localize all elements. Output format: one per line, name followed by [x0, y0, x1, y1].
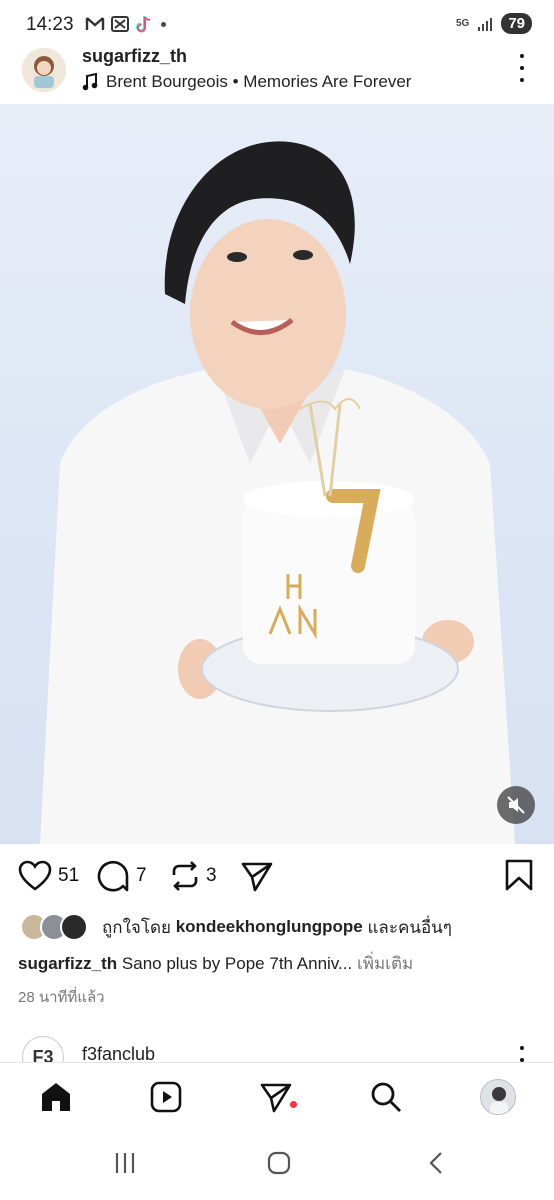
caption-username[interactable]: sugarfizz_th	[18, 954, 117, 973]
network-label: 5G	[455, 18, 470, 29]
nav-search[interactable]	[366, 1077, 406, 1117]
recent-apps-icon	[115, 1153, 135, 1173]
music-line[interactable]: Brent Bourgeois • Memories Are Forever	[82, 72, 411, 92]
back-button[interactable]	[424, 1150, 450, 1181]
share-icon	[241, 862, 273, 892]
more-notifications-dot	[161, 21, 166, 27]
repost-button[interactable]: 3	[170, 860, 217, 892]
music-label: Brent Bourgeois • Memories Are Forever	[106, 72, 412, 91]
caption: sugarfizz_th Sano plus by Pope 7th Anniv…	[18, 950, 413, 977]
liked-by-user[interactable]: kondeekhonglungpope	[176, 917, 363, 937]
nav-home[interactable]	[36, 1077, 76, 1117]
post-photo	[40, 141, 515, 844]
next-post-header: F3 f3fanclub	[0, 1030, 554, 1062]
back-icon	[429, 1152, 442, 1174]
nav-reels[interactable]	[146, 1077, 186, 1117]
repost-count: 3	[206, 865, 217, 886]
comment-count: 7	[136, 865, 147, 886]
repost-icon	[172, 861, 198, 891]
bottom-nav	[0, 1062, 554, 1130]
tiktok-icon	[136, 16, 151, 33]
search-icon	[371, 1082, 401, 1112]
signal-icon	[478, 17, 493, 31]
comment-icon	[97, 860, 129, 892]
next-post-more-button[interactable]	[512, 1046, 532, 1062]
home-system-icon	[267, 1151, 291, 1175]
like-count: 51	[58, 865, 80, 886]
nav-direct[interactable]	[256, 1077, 296, 1117]
capcut-icon	[111, 16, 129, 32]
notification-icons	[85, 15, 166, 33]
reels-icon	[150, 1081, 182, 1113]
mute-icon	[507, 796, 525, 814]
next-post-username[interactable]: f3fanclub	[82, 1044, 155, 1062]
caption-more-link[interactable]: เพิ่มเติม	[357, 954, 413, 973]
post-header: sugarfizz_th Brent Bourgeois • Memories …	[0, 40, 554, 104]
heart-icon	[18, 860, 52, 891]
avatar-image	[22, 48, 66, 92]
liked-by-row[interactable]: ถูกใจโดย kondeekhonglungpope และคนอื่นๆ	[20, 910, 452, 944]
post-time: 28 นาทีที่แล้ว	[18, 989, 105, 1006]
avatar[interactable]	[22, 48, 66, 92]
recent-apps-button[interactable]	[112, 1150, 138, 1181]
share-button[interactable]	[240, 860, 274, 892]
liked-by-prefix: ถูกใจโดย	[102, 917, 171, 937]
bookmark-icon	[505, 859, 533, 891]
home-icon	[42, 1083, 70, 1111]
mute-button[interactable]	[497, 786, 535, 824]
status-time: 14:23	[26, 14, 74, 35]
comment-button[interactable]: 7	[96, 860, 147, 892]
status-right: 5G 79	[456, 13, 532, 34]
avatar	[480, 1079, 516, 1115]
battery-indicator: 79	[501, 13, 532, 34]
post-media[interactable]	[0, 104, 554, 844]
music-note-icon	[82, 73, 98, 91]
next-avatar-text: F3	[32, 1046, 54, 1063]
home-system-button[interactable]	[266, 1150, 292, 1181]
nav-profile[interactable]	[478, 1077, 518, 1117]
system-navigation	[0, 1130, 554, 1200]
liked-by-suffix: และคนอื่นๆ	[367, 917, 452, 937]
avatar	[60, 913, 88, 941]
liked-avatars	[20, 913, 92, 941]
direct-notification-dot	[290, 1101, 297, 1108]
post-username[interactable]: sugarfizz_th	[82, 46, 187, 67]
bookmark-button[interactable]	[504, 858, 534, 897]
caption-text: Sano plus by Pope 7th Anniv...	[121, 954, 353, 973]
direct-icon	[260, 1083, 292, 1113]
action-row: 51 7 3	[0, 850, 554, 902]
post-more-options-button[interactable]	[512, 54, 532, 82]
avatar[interactable]: F3	[22, 1036, 64, 1062]
like-button[interactable]: 51	[18, 860, 79, 892]
gmail-icon	[85, 17, 105, 30]
